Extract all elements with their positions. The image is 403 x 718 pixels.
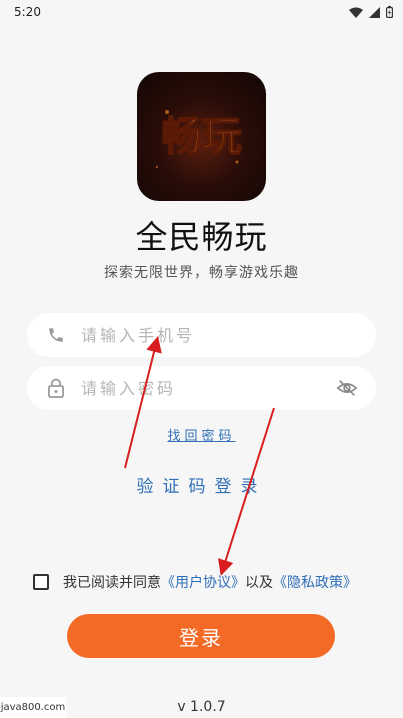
login-button[interactable]: 登录 (67, 614, 335, 658)
phone-field[interactable] (27, 313, 376, 357)
app-logo-art: 畅玩 (155, 110, 242, 169)
status-time: 5:20 (14, 5, 41, 19)
wifi-icon (349, 7, 363, 18)
phone-input[interactable] (81, 325, 301, 345)
status-icons (349, 6, 393, 18)
agreement-row: 我已阅读并同意 《用户协议》 以及 《隐私政策》 (33, 572, 357, 592)
agreement-and: 以及 (245, 575, 273, 591)
code-login-link[interactable]: 验证码登录 (0, 472, 403, 497)
lock-icon (45, 377, 67, 399)
password-input[interactable] (81, 378, 301, 398)
status-bar: 5:20 (0, 0, 403, 24)
agreement-checkbox[interactable] (33, 574, 49, 590)
app-slogan: 探索无限世界，畅享游戏乐趣 (104, 265, 299, 281)
app-logo: 畅玩 (137, 72, 266, 201)
battery-icon (386, 6, 393, 18)
user-agreement-link[interactable]: 《用户协议》 (161, 572, 245, 592)
eye-off-icon[interactable] (336, 377, 358, 403)
privacy-policy-link[interactable]: 《隐私政策》 (273, 572, 357, 592)
watermark: java800.com (0, 697, 66, 718)
phone-icon (45, 324, 67, 346)
agreement-prefix: 我已阅读并同意 (63, 575, 161, 591)
forgot-password-link[interactable]: 找回密码 (0, 425, 403, 444)
logo-text: 畅玩 (162, 114, 242, 160)
app-name: 全民畅玩 (135, 218, 268, 256)
password-field[interactable] (27, 366, 376, 410)
signal-icon (369, 6, 380, 18)
